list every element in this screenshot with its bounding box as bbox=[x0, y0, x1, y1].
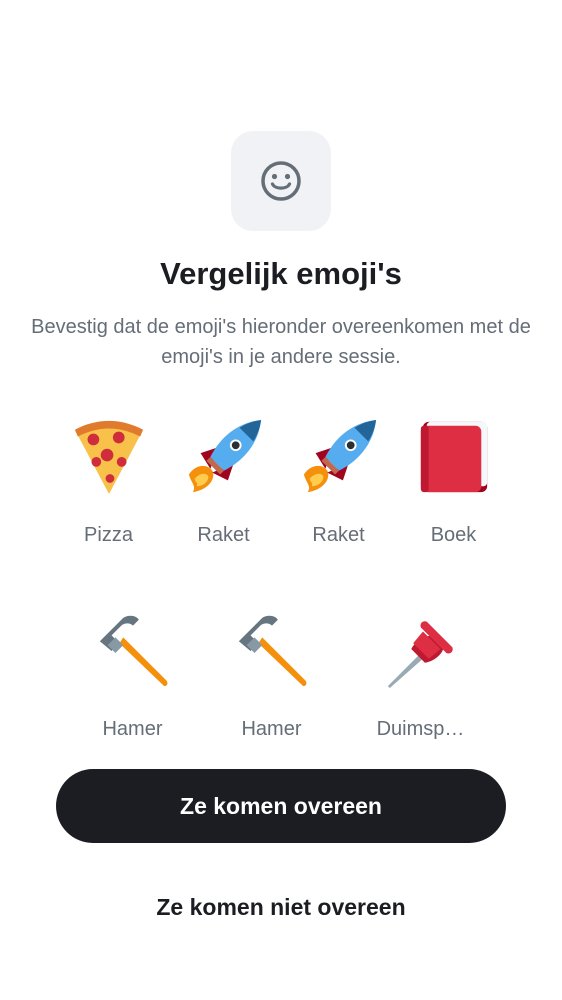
pizza-icon bbox=[70, 418, 148, 496]
rocket-icon bbox=[185, 418, 263, 496]
deny-match-button[interactable]: Ze komen niet overeen bbox=[56, 870, 506, 944]
hammer-icon bbox=[233, 612, 311, 690]
emoji-label: Raket bbox=[197, 524, 250, 546]
emoji-item: Duimsp… bbox=[363, 612, 478, 752]
emoji-label: Pizza bbox=[84, 524, 133, 546]
emoji-label: Raket bbox=[312, 524, 365, 546]
emoji-item: Hamer bbox=[75, 612, 190, 752]
emoji-item: Boek bbox=[396, 418, 511, 558]
book-icon bbox=[415, 418, 493, 496]
hammer-icon bbox=[94, 612, 172, 690]
smiley-face-icon bbox=[261, 161, 301, 201]
pushpin-icon bbox=[382, 612, 460, 690]
header-icon-container bbox=[231, 131, 331, 231]
emoji-item: Raket bbox=[281, 418, 396, 558]
emoji-label: Boek bbox=[430, 524, 477, 546]
emoji-label: Hamer bbox=[241, 718, 302, 740]
page-description: Bevestig dat de emoji's hieronder overee… bbox=[31, 316, 531, 368]
emoji-label: Hamer bbox=[102, 718, 163, 740]
rocket-icon bbox=[300, 418, 378, 496]
emoji-item: Hamer bbox=[214, 612, 329, 752]
emoji-item: Raket bbox=[166, 418, 281, 558]
confirm-match-button[interactable]: Ze komen overeen bbox=[56, 769, 506, 843]
emoji-label: Duimsp… bbox=[376, 718, 465, 740]
emoji-item: Pizza bbox=[51, 418, 166, 558]
page-title: Vergelijk emoji's bbox=[160, 256, 402, 291]
